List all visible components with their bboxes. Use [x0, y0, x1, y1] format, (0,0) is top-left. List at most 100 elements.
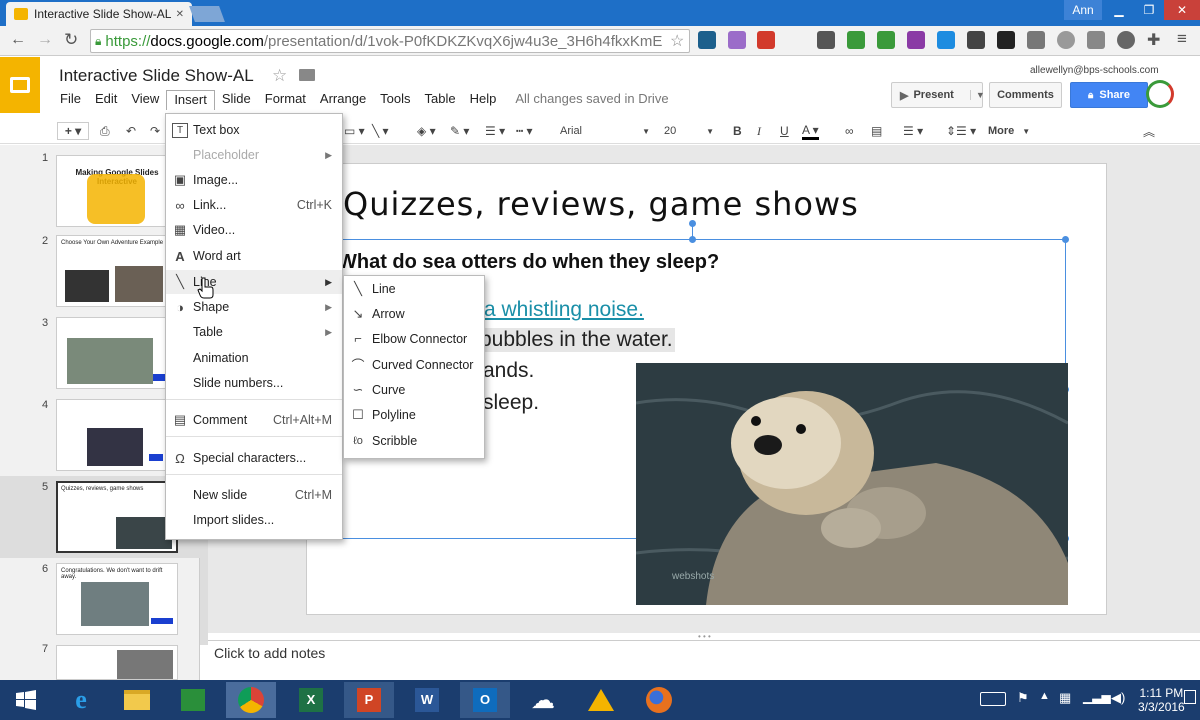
tray-arrow-icon[interactable]: ▲	[1039, 690, 1050, 702]
menu-tools[interactable]: Tools	[373, 90, 417, 110]
menu-edit[interactable]: Edit	[88, 90, 124, 110]
menu-insert[interactable]: Insert	[166, 90, 215, 110]
link-icon[interactable]: ∞	[845, 122, 854, 140]
border-dash-icon[interactable]: ┅ ▾	[516, 122, 533, 140]
powerpoint-icon[interactable]: P	[344, 682, 394, 718]
chrome-menu-icon[interactable]: ≡	[1177, 29, 1187, 49]
sea-otter-image[interactable]: webshots	[636, 363, 1068, 605]
maximize-icon[interactable]: ❐	[1134, 0, 1164, 20]
firefox-icon[interactable]	[634, 682, 684, 718]
star-icon[interactable]: ☆	[272, 66, 287, 86]
extension-icon[interactable]	[877, 31, 895, 49]
wifi-icon[interactable]: ▁▃▅	[1083, 690, 1111, 704]
slide-thumbnail-3[interactable]	[56, 317, 178, 389]
extension-icon[interactable]	[817, 31, 835, 49]
submenu-item-polyline[interactable]: ☐ Polyline	[344, 402, 484, 427]
google-drive-icon[interactable]	[576, 682, 626, 718]
menu-item-placeholder[interactable]: Placeholder ▶	[166, 143, 342, 167]
submenu-item-curve[interactable]: ∽ Curve	[344, 377, 484, 402]
more-button[interactable]: More ▼	[988, 122, 1030, 140]
menu-help[interactable]: Help	[463, 90, 504, 110]
submenu-item-scribble[interactable]: ℓo Scribble	[344, 428, 484, 453]
extension-icon[interactable]	[698, 31, 716, 49]
internet-explorer-icon[interactable]: e	[56, 682, 106, 718]
menu-item-table[interactable]: Table ▶	[166, 320, 342, 344]
menu-item-comment[interactable]: ▤ Comment Ctrl+Alt+M	[166, 408, 342, 432]
align-icon[interactable]: ☰ ▾	[903, 122, 923, 140]
line-tool-icon[interactable]: ╲ ▾	[372, 122, 389, 140]
minimize-icon[interactable]: ▁	[1104, 0, 1134, 20]
volume-icon[interactable]: ◀)	[1111, 690, 1125, 706]
menu-item-special-characters[interactable]: Ω Special characters...	[166, 446, 342, 470]
present-button[interactable]: ▶ Present ▼	[891, 82, 985, 108]
file-explorer-icon[interactable]	[112, 682, 162, 718]
windows-start-icon[interactable]	[4, 682, 48, 718]
excel-icon[interactable]: X	[286, 682, 336, 718]
extension-icon[interactable]	[937, 31, 955, 49]
network-icon[interactable]: ▦	[1059, 690, 1071, 706]
flag-icon[interactable]: ⚑	[1017, 690, 1029, 706]
menu-file[interactable]: File	[53, 90, 88, 110]
slide-title[interactable]: Quizzes, reviews, game shows	[343, 185, 859, 223]
share-button[interactable]: 🔒︎ Share	[1070, 82, 1148, 108]
extension-icon[interactable]	[1027, 31, 1045, 49]
menu-item-import-slides[interactable]: Import slides...	[166, 508, 342, 532]
forward-icon[interactable]: →	[37, 31, 53, 49]
account-email[interactable]: allewellyn@bps-schools.com	[1030, 65, 1159, 76]
store-icon[interactable]	[168, 682, 218, 718]
menu-arrange[interactable]: Arrange	[313, 90, 373, 110]
extension-icon[interactable]	[728, 31, 746, 49]
word-icon[interactable]: W	[402, 682, 452, 718]
shape-tool-icon[interactable]: ▭ ▾	[344, 122, 365, 140]
folder-icon[interactable]	[299, 69, 315, 81]
menu-item-image[interactable]: ▣ Image...	[166, 168, 342, 192]
menu-item-shape[interactable]: ◑ Shape ▶	[166, 295, 342, 319]
font-select[interactable]: Arial ▼	[560, 122, 650, 140]
extension-icon[interactable]	[757, 31, 775, 49]
print-icon[interactable]: ⎙	[100, 122, 110, 140]
menu-view[interactable]: View	[124, 90, 166, 110]
menu-item-line[interactable]: ╲Line▶	[166, 270, 342, 294]
menu-slide[interactable]: Slide	[215, 90, 258, 110]
answer-text[interactable]: ands.	[483, 359, 534, 383]
notification-icon[interactable]	[1184, 690, 1196, 704]
line-spacing-icon[interactable]: ⇕☰ ▾	[946, 122, 976, 140]
notes-resize-handle[interactable]: • • •	[698, 632, 711, 641]
menu-item-text-box[interactable]: T Text box	[166, 118, 342, 142]
submenu-item-line[interactable]: ╲ Line	[344, 276, 484, 301]
menu-item-slide-numbers[interactable]: Slide numbers...	[166, 371, 342, 395]
rotate-handle[interactable]	[689, 220, 696, 227]
slide-thumbnail-7[interactable]	[56, 645, 178, 680]
menu-item-animation[interactable]: Animation	[166, 346, 342, 370]
slides-logo[interactable]	[0, 57, 40, 113]
border-weight-icon[interactable]: ☰ ▾	[485, 122, 505, 140]
slide-thumbnail-6[interactable]: Congratulations. We don't want to drift …	[56, 563, 178, 635]
collapse-icon[interactable]: ︽	[1143, 122, 1155, 140]
text-color-icon[interactable]: A ▾	[802, 122, 819, 140]
comment-icon[interactable]: ▤	[871, 122, 882, 140]
extension-icon[interactable]	[1087, 31, 1105, 49]
user-badge[interactable]: Ann	[1064, 0, 1102, 20]
answer-text[interactable]: sleep.	[483, 391, 539, 415]
chevron-down-icon[interactable]: ▼	[969, 90, 985, 100]
onenote-icon[interactable]	[907, 31, 925, 49]
chrome-taskbar-icon[interactable]	[226, 682, 276, 718]
keyboard-icon[interactable]	[980, 692, 1006, 706]
puzzle-icon[interactable]: ✚	[1147, 30, 1160, 50]
comments-button[interactable]: Comments	[989, 82, 1062, 108]
fill-color-icon[interactable]: ◈ ▾	[417, 122, 436, 140]
address-bar[interactable]: 🔒︎ https://docs.google.com/presentation/…	[90, 29, 690, 53]
submenu-item-elbow-connector[interactable]: ⌐ Elbow Connector	[344, 326, 484, 351]
menu-table[interactable]: Table	[418, 90, 463, 110]
answer-text[interactable]: bubbles in the water.	[480, 328, 675, 352]
extension-icon[interactable]	[997, 31, 1015, 49]
document-title[interactable]: Interactive Slide Show-AL	[59, 66, 254, 86]
reload-icon[interactable]: ↻	[64, 30, 78, 50]
undo-icon[interactable]: ↶	[126, 122, 136, 140]
redo-icon[interactable]: ↷	[150, 122, 160, 140]
extension-icon[interactable]	[1057, 31, 1075, 49]
italic-icon[interactable]: I	[757, 122, 761, 140]
new-slide-button[interactable]: + ▾	[57, 122, 89, 140]
resize-handle[interactable]	[1062, 236, 1069, 243]
bold-icon[interactable]: B	[733, 122, 742, 140]
